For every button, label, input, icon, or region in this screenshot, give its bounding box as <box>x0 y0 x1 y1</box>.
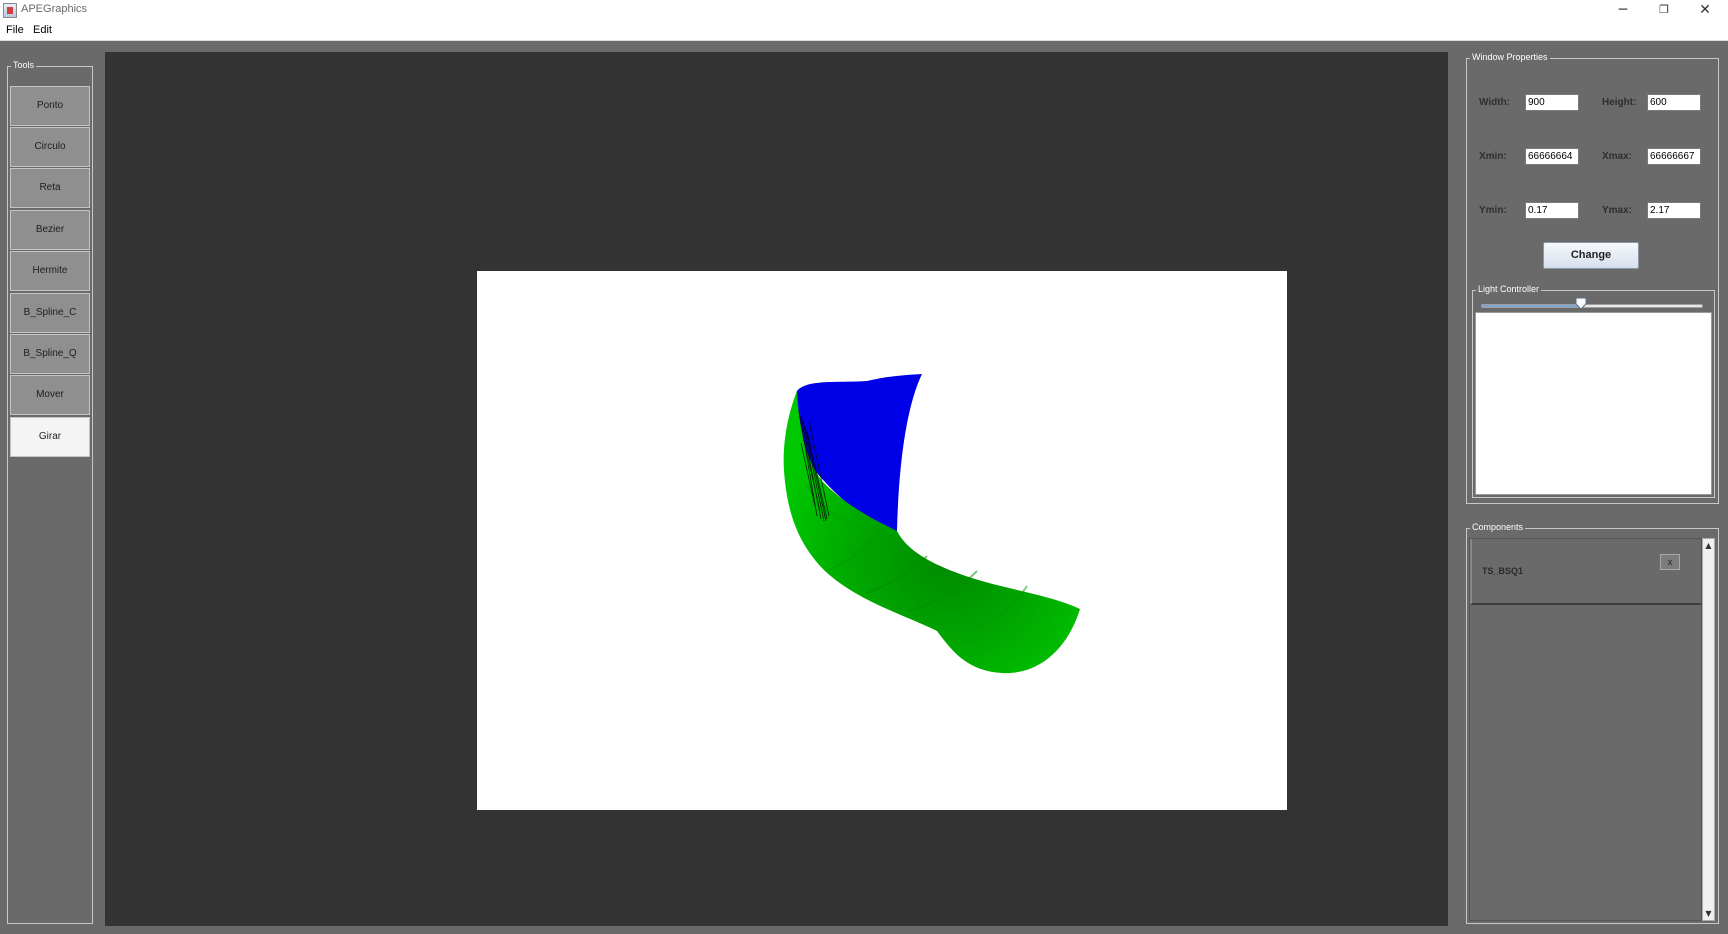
window-properties-panel: Window Properties Width: 900 Height: 600… <box>1466 52 1719 504</box>
ymax-label: Ymax: <box>1602 205 1633 216</box>
tool-bezier-button[interactable]: Bezier <box>10 210 90 250</box>
tool-mover-button[interactable]: Mover <box>10 375 90 415</box>
component-delete-button[interactable]: x <box>1660 554 1680 570</box>
components-scrollbar[interactable]: ▲ ▼ <box>1702 538 1715 921</box>
tool-reta-button[interactable]: Reta <box>10 168 90 208</box>
tools-panel: Tools Ponto Circulo Reta Bezier Hermite … <box>7 60 93 924</box>
light-preview-area[interactable] <box>1475 312 1712 495</box>
canvas-area <box>105 52 1448 926</box>
window-title: APEGraphics <box>21 3 88 15</box>
menu-edit[interactable]: Edit <box>33 24 52 36</box>
xmax-input[interactable]: 66666667 <box>1647 148 1701 165</box>
components-list: TS_BSQ1 x <box>1469 538 1702 921</box>
close-button[interactable]: ✕ <box>1682 0 1728 22</box>
restore-button[interactable]: ❐ <box>1641 0 1687 22</box>
light-slider-fill <box>1482 305 1582 307</box>
tool-ponto-button[interactable]: Ponto <box>10 86 90 126</box>
components-title: Components <box>1470 522 1526 532</box>
height-label: Height: <box>1602 97 1637 108</box>
tools-panel-title: Tools <box>11 60 37 70</box>
width-input[interactable]: 900 <box>1525 94 1579 111</box>
xmin-label: Xmin: <box>1479 151 1507 162</box>
change-button[interactable]: Change <box>1543 242 1639 269</box>
tool-girar-button[interactable]: Girar <box>10 417 90 457</box>
scroll-down-icon[interactable]: ▼ <box>1703 907 1714 920</box>
tool-bspline-c-button[interactable]: B_Spline_C <box>10 293 90 333</box>
light-slider-track[interactable] <box>1481 304 1703 308</box>
components-panel: Components TS_BSQ1 x ▲ ▼ <box>1466 522 1719 924</box>
menu-bar: File Edit <box>0 22 1728 41</box>
title-bar: APEGraphics ─ ❐ ✕ <box>0 0 1728 22</box>
component-row[interactable]: TS_BSQ1 x <box>1470 539 1701 605</box>
tool-bspline-q-button[interactable]: B_Spline_Q <box>10 334 90 374</box>
tool-circulo-button[interactable]: Circulo <box>10 127 90 167</box>
tool-hermite-button[interactable]: Hermite <box>10 251 90 291</box>
height-input[interactable]: 600 <box>1647 94 1701 111</box>
light-controller-panel: Light Controller <box>1472 284 1715 498</box>
ymax-input[interactable]: 2.17 <box>1647 202 1701 219</box>
surface-render <box>783 374 1080 674</box>
component-name: TS_BSQ1 <box>1482 566 1524 576</box>
menu-file[interactable]: File <box>6 24 24 36</box>
ymin-label: Ymin: <box>1479 205 1507 216</box>
width-label: Width: <box>1479 97 1511 108</box>
light-controller-title: Light Controller <box>1476 284 1542 294</box>
minimize-button[interactable]: ─ <box>1600 0 1646 22</box>
window-properties-title: Window Properties <box>1470 52 1550 62</box>
app-icon <box>3 3 17 18</box>
xmin-input[interactable]: 66666664 <box>1525 148 1579 165</box>
ymin-input[interactable]: 0.17 <box>1525 202 1579 219</box>
drawing-canvas[interactable] <box>477 271 1287 810</box>
light-slider-thumb[interactable] <box>1575 297 1587 310</box>
scroll-up-icon[interactable]: ▲ <box>1703 539 1714 552</box>
xmax-label: Xmax: <box>1602 151 1633 162</box>
